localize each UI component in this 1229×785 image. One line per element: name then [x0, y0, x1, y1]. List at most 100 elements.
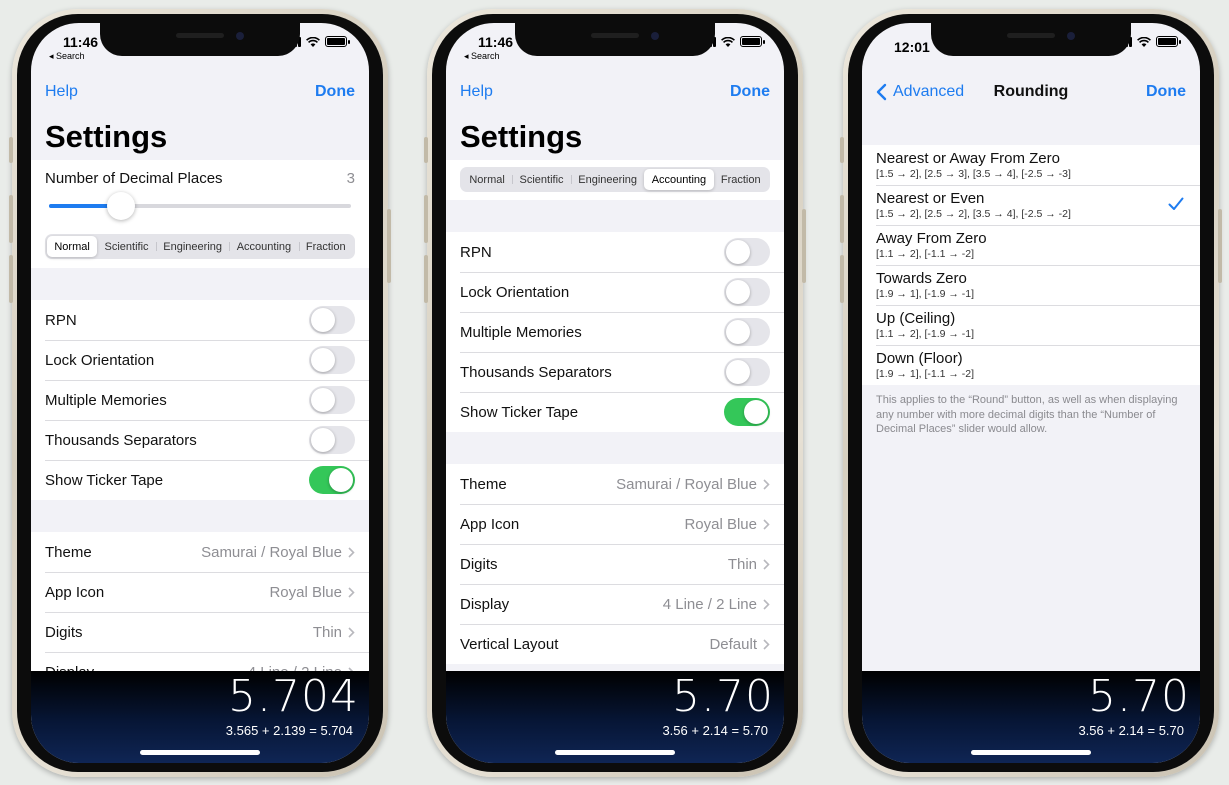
toggle-label: Thousands Separators [45, 431, 197, 449]
switch-knob [311, 428, 335, 452]
thousands-separators-switch[interactable] [309, 426, 355, 454]
segment-engineering[interactable]: Engineering [570, 169, 644, 190]
page-title: Settings [45, 119, 168, 154]
segment-fraction[interactable]: Fraction [714, 169, 768, 190]
show-ticker-tape-switch[interactable] [309, 466, 355, 494]
option-title: Down (Floor) [876, 350, 963, 367]
setting-row-theme[interactable]: Theme Samurai / Royal Blue [31, 532, 369, 572]
rounding-option-down-floor[interactable]: Down (Floor) [1.9 → 1], [-1.1 → -2] [862, 345, 1200, 385]
back-to-search-link[interactable]: ◂ Search [49, 51, 85, 62]
setting-value: Thin [312, 623, 342, 641]
toggle-label: Show Ticker Tape [45, 471, 164, 489]
setting-value-wrap: Royal Blue [684, 516, 770, 533]
multiple-memories-switch[interactable] [724, 318, 770, 346]
section-gap [31, 268, 369, 300]
setting-label: App Icon [45, 583, 105, 601]
setting-value: Default [709, 635, 757, 653]
phone-3: 12:01 Advanced Rounding Done Nearest or … [840, 9, 1222, 777]
setting-label: Display [460, 595, 510, 613]
nav-bar: Help Done [31, 81, 369, 105]
setting-value: 4 Line / 2 Line [662, 595, 757, 613]
volume-down-button [424, 255, 428, 303]
switch-knob [726, 280, 750, 304]
volume-up-button [424, 195, 428, 243]
setting-row-digits[interactable]: Digits Thin [31, 612, 369, 652]
option-examples: [1.9 → 1], [-1.1 → -2] [876, 368, 975, 380]
rounding-option-towards-zero[interactable]: Towards Zero [1.9 → 1], [-1.9 → -1] [862, 265, 1200, 305]
toggle-row-rpn: RPN [446, 232, 784, 272]
segment-accounting[interactable]: Accounting [229, 236, 298, 257]
back-to-search-link[interactable]: ◂ Search [464, 51, 500, 62]
appearance-settings-group: Theme Samurai / Royal Blue App Icon Royal B… [31, 532, 369, 692]
setting-value-wrap: Thin [313, 624, 355, 641]
setting-value-wrap: Samurai / Royal Blue [201, 544, 355, 561]
toggle-settings-group: RPN Lock Orientation Multiple Memories Thou… [31, 300, 369, 500]
chevron-right-icon [348, 626, 355, 638]
setting-row-theme[interactable]: Theme Samurai / Royal Blue [446, 464, 784, 504]
lock-orientation-switch[interactable] [724, 278, 770, 306]
rpn-switch[interactable] [309, 306, 355, 334]
show-ticker-tape-switch[interactable] [724, 398, 770, 426]
number-format-segmented-wrap: Normal Scientific Engineering Accounting Fra… [45, 234, 355, 259]
toggle-label: Show Ticker Tape [460, 403, 579, 421]
toggle-row-show-ticker-tape: Show Ticker Tape [31, 460, 369, 500]
thousands-separators-switch[interactable] [724, 358, 770, 386]
switch-knob [744, 400, 768, 424]
calculator-display: 5.70 3.56 + 2.14 = 5.70 [446, 671, 784, 763]
decimal-places-value: 3 [346, 169, 355, 187]
done-button[interactable]: Done [730, 83, 770, 101]
segment-normal[interactable]: Normal [47, 236, 98, 257]
multiple-memories-switch[interactable] [309, 386, 355, 414]
setting-row-app-icon[interactable]: App Icon Royal Blue [31, 572, 369, 612]
appearance-settings-group: Theme Samurai / Royal Blue App Icon Royal B… [446, 464, 784, 664]
help-button[interactable]: Help [45, 83, 78, 101]
rounding-option-away-from-zero[interactable]: Away From Zero [1.1 → 2], [-1.1 → -2] [862, 225, 1200, 265]
rpn-switch[interactable] [724, 238, 770, 266]
setting-row-app-icon[interactable]: App Icon Royal Blue [446, 504, 784, 544]
setting-row-digits[interactable]: Digits Thin [446, 544, 784, 584]
decimal-places-slider[interactable] [49, 192, 351, 220]
home-indicator[interactable] [555, 750, 675, 755]
toggle-row-multiple-memories: Multiple Memories [31, 380, 369, 420]
rounding-option-nearest-or-even[interactable]: Nearest or Even [1.5 → 2], [2.5 → 2], [3.… [862, 185, 1200, 225]
toggle-row-rpn: RPN [31, 300, 369, 340]
setting-row-display[interactable]: Display 4 Line / 2 Line [446, 584, 784, 624]
option-title: Nearest or Away From Zero [876, 150, 1060, 167]
number-format-segmented-wrap: Normal Scientific Engineering Accounting Fra… [460, 167, 770, 192]
notch [100, 23, 300, 56]
setting-value-wrap: 4 Line / 2 Line [663, 596, 770, 613]
setting-value: Royal Blue [684, 515, 757, 533]
wifi-icon [1137, 36, 1151, 47]
toggle-label: Thousands Separators [460, 363, 612, 381]
home-indicator[interactable] [971, 750, 1091, 755]
rounding-option-nearest-or-away-from-zero[interactable]: Nearest or Away From Zero [1.5 → 2], [2.5… [862, 145, 1200, 185]
setting-label: Vertical Layout [460, 635, 559, 653]
switch-knob [726, 320, 750, 344]
wifi-icon [306, 36, 320, 47]
segment-scientific[interactable]: Scientific [97, 236, 156, 257]
rounding-option-up-ceiling[interactable]: Up (Ceiling) [1.1 → 2], [-1.9 → -1] [862, 305, 1200, 345]
slider-thumb[interactable] [107, 192, 136, 220]
lock-orientation-switch[interactable] [309, 346, 355, 374]
home-indicator[interactable] [140, 750, 260, 755]
segment-scientific[interactable]: Scientific [512, 169, 571, 190]
done-button[interactable]: Done [315, 83, 355, 101]
decimal-places-label: Number of Decimal Places [45, 169, 223, 187]
number-format-segmented-control[interactable]: Normal Scientific Engineering Accounting Fra… [45, 234, 355, 259]
ticker-tape: 3.565 + 2.139 = 5.704 [225, 723, 353, 738]
setting-row-vertical-layout[interactable]: Vertical Layout Default [446, 624, 784, 664]
done-button[interactable]: Done [1146, 83, 1186, 101]
help-button[interactable]: Help [460, 83, 493, 101]
segment-engineering[interactable]: Engineering [155, 236, 229, 257]
chevron-right-icon [763, 518, 770, 530]
segment-accounting[interactable]: Accounting [644, 169, 714, 190]
segment-fraction[interactable]: Fraction [298, 236, 353, 257]
option-examples: [1.5 → 2], [2.5 → 3], [3.5 → 4], [-2.5 →… [876, 168, 1071, 180]
status-time: 12:01 [894, 39, 930, 55]
number-format-segmented-control[interactable]: Normal Scientific Engineering Accounting Fra… [460, 167, 770, 192]
toggle-label: Multiple Memories [45, 391, 167, 409]
nav-bar: Help Done [446, 81, 784, 105]
chevron-right-icon [348, 546, 355, 558]
segment-normal[interactable]: Normal [462, 169, 512, 190]
power-button [387, 209, 391, 283]
